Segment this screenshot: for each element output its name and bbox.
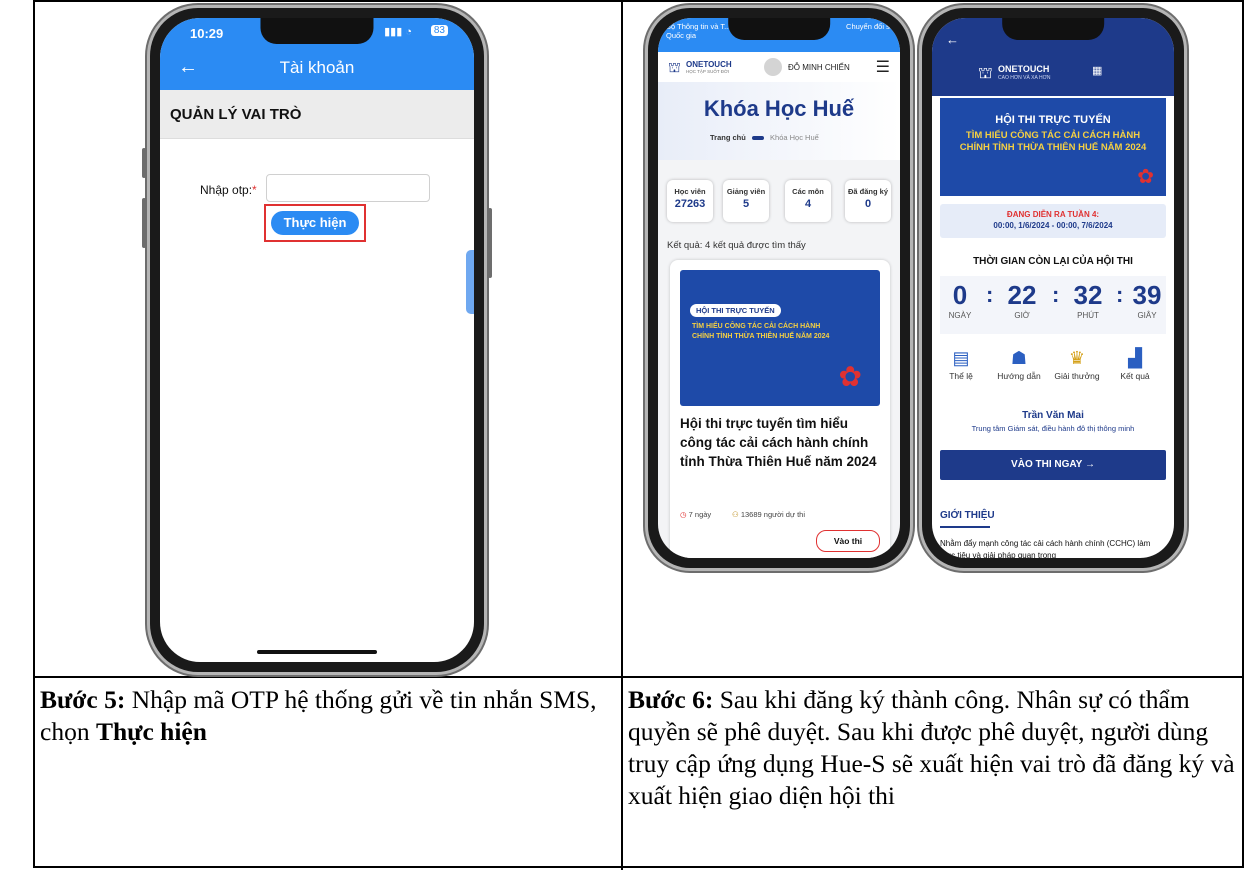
- column-divider: [621, 0, 623, 870]
- menu-item-rules[interactable]: ▤ Thể lệ: [936, 348, 986, 381]
- person-org: Trung tâm Giám sát, điều hành đô thị thô…: [971, 424, 1135, 433]
- otp-label: Nhập otp:*: [200, 183, 257, 197]
- countdown-seconds: 39 GIÂY: [1132, 280, 1162, 320]
- row-divider: [33, 676, 1244, 678]
- brand-sub: CAO HƠN VÀ XA HƠN: [998, 75, 1051, 81]
- caption-step-5: Bước 5: Nhập mã OTP hệ thống gửi về tin …: [40, 685, 597, 746]
- trophy-icon: ♛: [1068, 348, 1086, 368]
- menu-row: ▤ Thể lệ ☗ Hướng dẫn ♛ Giải thưởng ▟ Kết quả: [932, 348, 1174, 396]
- separator: :: [1052, 282, 1060, 307]
- week-range: 00:00, 1/6/2024 - 00:00, 7/6/2024: [993, 221, 1113, 230]
- stat-card: Các môn 4: [785, 180, 831, 222]
- back-arrow-icon[interactable]: ←: [946, 32, 959, 47]
- participants-info: ⚇ 13689 người dự thi: [732, 510, 805, 519]
- hero-title: Khóa Học Huế: [703, 96, 855, 121]
- menu-item-results[interactable]: ▟ Kết quả: [1110, 348, 1160, 381]
- banner-title: HỘI THI TRỰC TUYẾN: [995, 114, 1111, 126]
- intro-title: GIỚI THIỆU: [940, 510, 995, 521]
- banner-text: TÌM HIỂU CÔNG TÁC CẢI CÁCH HÀNH CHÍNH TỈ…: [959, 130, 1147, 153]
- app-header: ← Tài khoản: [160, 46, 474, 90]
- hero: Khóa Học Huế Trang chủ Khóa Học Huế: [658, 82, 900, 160]
- week-box: ĐANG DIỄN RA TUẦN 4: 00:00, 1/6/2024 - 0…: [940, 204, 1166, 238]
- guide-icon: ☗: [1010, 348, 1028, 368]
- status-left: Bộ Thông tin và T... Quốc gia: [666, 22, 731, 40]
- intro-text: Nhằm đẩy mạnh công tác cải cách hành chí…: [940, 539, 1151, 558]
- section-title: QUẢN LÝ VAI TRÒ: [170, 106, 302, 123]
- star-logo-icon: ✿: [1137, 166, 1154, 188]
- top-nav: ⛫ ONETOUCH HỌC TẬP SUỐT ĐỜI ĐỖ MINH CHIẾ…: [658, 52, 900, 82]
- card-title: Hội thi trực tuyến tìm hiểu công tác cải…: [680, 416, 877, 469]
- course-card[interactable]: HỘI THI TRỰC TUYẾN TÌM HIỂU CÔNG TÁC CẢI…: [670, 260, 890, 558]
- menu-icon[interactable]: ☰: [876, 57, 890, 77]
- phone-left: 10:29 ▮▮▮ ◔ 83 ← Tài khoản QUẢN LÝ VAI T…: [142, 8, 492, 672]
- caption-step-6: Bước 6: Sau khi đăng ký thành công. Nhân…: [628, 685, 1235, 810]
- clock: 10:29: [190, 26, 224, 41]
- podium-icon: ▟: [1128, 348, 1142, 368]
- grid-menu-icon[interactable]: ▦: [1092, 64, 1102, 77]
- side-tab[interactable]: [466, 250, 474, 314]
- otp-input[interactable]: [266, 174, 430, 202]
- user-name: ĐỖ MINH CHIẾN: [788, 63, 850, 72]
- page-title: Tài khoản: [279, 58, 355, 77]
- phone-right: ← ⛫ ONETOUCH CAO HƠN VÀ XA HƠN ▦ HỘI THI…: [922, 8, 1184, 568]
- star-logo-icon: ✿: [838, 361, 862, 392]
- remaining-title: THỜI GIAN CÒN LẠI CỦA HỘI THI: [973, 256, 1133, 267]
- menu-item-prizes[interactable]: ♛ Giải thưởng: [1052, 348, 1102, 381]
- result-count: Kết quả: 4 kết quả được tìm thấy: [667, 240, 806, 251]
- battery-icon: 83: [430, 25, 448, 36]
- countdown: 0 NGÀY : 22 GIỜ : 32 PHÚT : 39 GIÂY: [940, 276, 1166, 334]
- person-name: Trần Văn Mai: [1022, 410, 1084, 421]
- people-icon: ⚇: [732, 510, 739, 519]
- days-info: ◷ 7 ngày: [680, 510, 712, 519]
- countdown-minutes: 32 PHÚT: [1073, 280, 1103, 320]
- brand-name: ONETOUCH: [998, 64, 1050, 74]
- contest-banner: HỘI THI TRỰC TUYẾN TÌM HIỂU CÔNG TÁC CẢI…: [940, 98, 1166, 196]
- enter-button[interactable]: Vào thi: [816, 530, 880, 552]
- stat-card: Giảng viên 5: [723, 180, 769, 222]
- clock-icon: ◷: [680, 510, 687, 519]
- banner-tag: HỘI THI TRỰC TUYẾN: [690, 304, 781, 317]
- separator: :: [1116, 282, 1124, 307]
- home-indicator: [257, 650, 377, 654]
- signal-icon: ▮▮▮ ◔: [384, 26, 412, 38]
- intro-underline: [940, 526, 990, 528]
- phone-middle: Bộ Thông tin và T... Quốc gia Chuyển đổi…: [648, 8, 910, 568]
- stat-card: Học viên 27263: [667, 180, 713, 222]
- avatar[interactable]: [764, 58, 782, 76]
- submit-button[interactable]: Thực hiện: [271, 211, 359, 235]
- brand-sub: HỌC TẬP SUỐT ĐỜI: [686, 69, 730, 74]
- logo-icon: ⛫: [668, 59, 681, 75]
- clipboard-icon: ▤: [952, 348, 970, 368]
- brand-name: ONETOUCH: [686, 60, 732, 69]
- countdown-days: 0 NGÀY: [948, 280, 972, 320]
- enter-now-button[interactable]: VÀO THI NGAY →: [940, 450, 1166, 480]
- separator: :: [986, 282, 994, 307]
- stats-row: Học viên 27263 Giảng viên 5 Các môn 4 Đã đă…: [667, 180, 897, 224]
- breadcrumb: Trang chủ Khóa Học Huế: [710, 133, 819, 142]
- week-label: ĐANG DIỄN RA TUẦN 4:: [1006, 210, 1100, 219]
- banner-text: TÌM HIỂU CÔNG TÁC CẢI CÁCH HÀNH CHÍNH TỈ…: [692, 323, 830, 340]
- section-bar: QUẢN LÝ VAI TRÒ: [160, 90, 474, 139]
- status-right: Chuyển đổi số: [846, 22, 894, 31]
- stat-card: Đã đăng ký 0: [845, 180, 891, 222]
- menu-item-guide[interactable]: ☗ Hướng dẫn: [994, 348, 1044, 381]
- course-banner: HỘI THI TRỰC TUYẾN TÌM HIỂU CÔNG TÁC CẢI…: [680, 270, 880, 406]
- logo-icon: ⛫: [978, 65, 993, 82]
- countdown-hours: 22 GIỜ: [1007, 280, 1037, 320]
